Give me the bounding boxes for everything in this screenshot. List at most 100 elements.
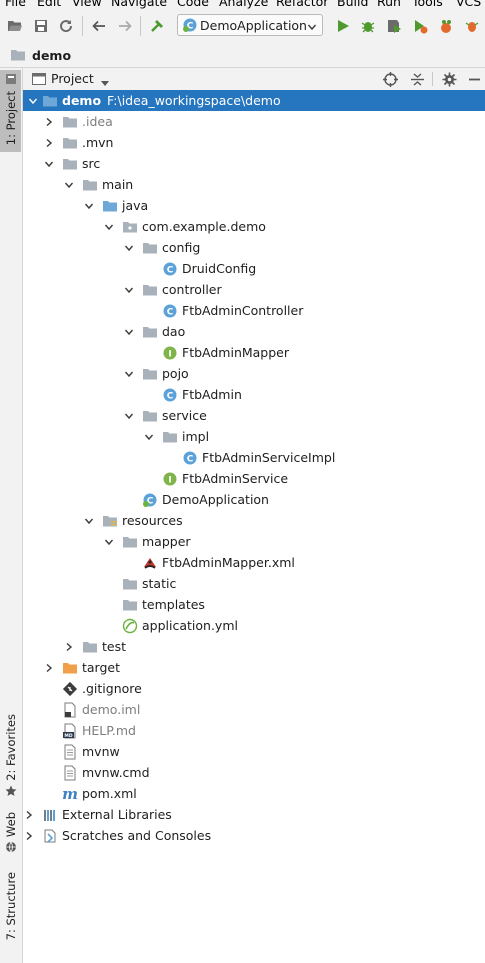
class-icon [162, 303, 178, 319]
chevron-right-icon[interactable] [24, 810, 34, 820]
package-icon [142, 366, 158, 382]
tree-label: FtbAdmin [182, 387, 242, 402]
run-configuration-select[interactable]: DemoApplication [177, 14, 323, 36]
tree-item-mvnw-cmd[interactable]: mvnw.cmd [23, 762, 485, 783]
tree-item-dao[interactable]: dao [23, 321, 485, 342]
tree-item-application-yml[interactable]: application.yml [23, 615, 485, 636]
menu-navigate[interactable]: Navigate [111, 0, 167, 9]
tree-item-test[interactable]: test [23, 636, 485, 657]
tree-item-service[interactable]: service [23, 405, 485, 426]
chevron-down-icon[interactable] [84, 516, 94, 526]
tree-item-mvn[interactable]: .mvn [23, 132, 485, 153]
menu-refactor[interactable]: Refactor [276, 0, 328, 9]
build-hammer-icon[interactable] [148, 17, 166, 35]
tree-item-idea[interactable]: .idea [23, 111, 485, 132]
folder-icon [82, 639, 98, 655]
hide-panel-icon[interactable] [466, 71, 482, 87]
tree-item-static[interactable]: static [23, 573, 485, 594]
chevron-down-icon[interactable] [28, 96, 38, 106]
tree-item-help-md[interactable]: HELP.md [23, 720, 485, 741]
chevron-down-icon[interactable] [101, 75, 109, 90]
tree-item-resources[interactable]: resources [23, 510, 485, 531]
project-view-selector[interactable]: Project [51, 71, 94, 86]
concurrency-icon[interactable] [437, 17, 455, 35]
chevron-down-icon[interactable] [124, 285, 134, 295]
tree-item-main[interactable]: main [23, 174, 485, 195]
tree-label: templates [142, 597, 205, 612]
tree-item-mvnw[interactable]: mvnw [23, 741, 485, 762]
chevron-down-icon[interactable] [124, 243, 134, 253]
run-config-label: DemoApplication [200, 17, 307, 33]
tree-item-scratches[interactable]: Scratches and Consoles [23, 825, 485, 846]
chevron-down-icon[interactable] [124, 411, 134, 421]
tree-item-templates[interactable]: templates [23, 594, 485, 615]
tree-item-ftbadminmapper[interactable]: FtbAdminMapper [23, 342, 485, 363]
chevron-right-icon[interactable] [24, 831, 34, 841]
tree-item-controller[interactable]: controller [23, 279, 485, 300]
tree-item-demoapplication[interactable]: DemoApplication [23, 489, 485, 510]
attach-debugger-icon[interactable] [463, 17, 481, 35]
tree-item-demo-iml[interactable]: demo.iml [23, 699, 485, 720]
tree-item-ftbadminserviceimpl[interactable]: FtbAdminServiceImpl [23, 447, 485, 468]
coverage-icon[interactable] [385, 17, 403, 35]
tree-item-mapper[interactable]: mapper [23, 531, 485, 552]
menu-edit[interactable]: Edit [37, 0, 61, 9]
tree-item-impl[interactable]: impl [23, 426, 485, 447]
menu-run[interactable]: Run [377, 0, 401, 9]
chevron-right-icon[interactable] [44, 117, 54, 127]
gear-icon[interactable] [441, 71, 457, 87]
chevron-right-icon[interactable] [44, 663, 54, 673]
tree-item-ftbadmin[interactable]: FtbAdmin [23, 384, 485, 405]
structure-tool-button[interactable]: 7: Structure [0, 872, 21, 962]
tree-label: mapper [142, 534, 191, 549]
chevron-down-icon[interactable] [124, 327, 134, 337]
back-icon[interactable] [90, 17, 108, 35]
tree-item-ftbadmincontroller[interactable]: FtbAdminController [23, 300, 485, 321]
chevron-down-icon[interactable] [44, 159, 54, 169]
tree-item-pojo[interactable]: pojo [23, 363, 485, 384]
chevron-right-icon[interactable] [64, 642, 74, 652]
tree-item-src[interactable]: src [23, 153, 485, 174]
chevron-down-icon[interactable] [124, 369, 134, 379]
chevron-down-icon[interactable] [144, 432, 154, 442]
tree-item-demo-root[interactable]: demo F:\idea_workingspace\demo [23, 90, 485, 111]
web-tool-button[interactable]: Web [0, 812, 21, 858]
project-tool-button[interactable]: 1: Project [0, 70, 21, 152]
menu-analyze[interactable]: Analyze [219, 0, 268, 9]
tree-item-druidconfig[interactable]: DruidConfig [23, 258, 485, 279]
locate-target-icon[interactable] [382, 71, 398, 87]
menu-build[interactable]: Build [337, 0, 368, 9]
menu-view[interactable]: View [72, 0, 102, 9]
text-file-icon [62, 744, 78, 760]
tree-item-target[interactable]: target [23, 657, 485, 678]
tree-item-package[interactable]: com.example.demo [23, 216, 485, 237]
forward-icon[interactable] [116, 17, 134, 35]
tree-label: External Libraries [62, 807, 172, 822]
menu-vcs[interactable]: VCS [456, 0, 481, 9]
sync-icon[interactable] [57, 17, 75, 35]
tree-item-ftbadminservice[interactable]: FtbAdminService [23, 468, 485, 489]
menu-tools[interactable]: Tools [412, 0, 443, 9]
profiler-icon[interactable] [411, 17, 429, 35]
tree-item-mapper-xml[interactable]: FtbAdminMapper.xml [23, 552, 485, 573]
breadcrumb-project[interactable]: demo [32, 48, 71, 63]
chevron-down-icon[interactable] [64, 180, 74, 190]
tree-item-pom-xml[interactable]: pom.xml [23, 783, 485, 804]
run-icon[interactable] [334, 17, 352, 35]
menu-code[interactable]: Code [177, 0, 209, 9]
open-folder-icon[interactable] [6, 17, 24, 35]
debug-icon[interactable] [359, 17, 377, 35]
tree-item-gitignore[interactable]: .gitignore [23, 678, 485, 699]
chevron-down-icon[interactable] [84, 201, 94, 211]
menu-file[interactable]: File [5, 0, 26, 9]
chevron-down-icon[interactable] [104, 222, 114, 232]
favorites-tool-button[interactable]: 2: Favorites [0, 714, 21, 800]
tree-item-java[interactable]: java [23, 195, 485, 216]
tree-item-external-libraries[interactable]: External Libraries [23, 804, 485, 825]
collapse-all-icon[interactable] [409, 71, 425, 87]
tree-item-config[interactable]: config [23, 237, 485, 258]
chevron-down-icon[interactable] [104, 537, 114, 547]
markdown-icon [62, 723, 78, 739]
chevron-right-icon[interactable] [44, 138, 54, 148]
save-icon[interactable] [32, 17, 50, 35]
